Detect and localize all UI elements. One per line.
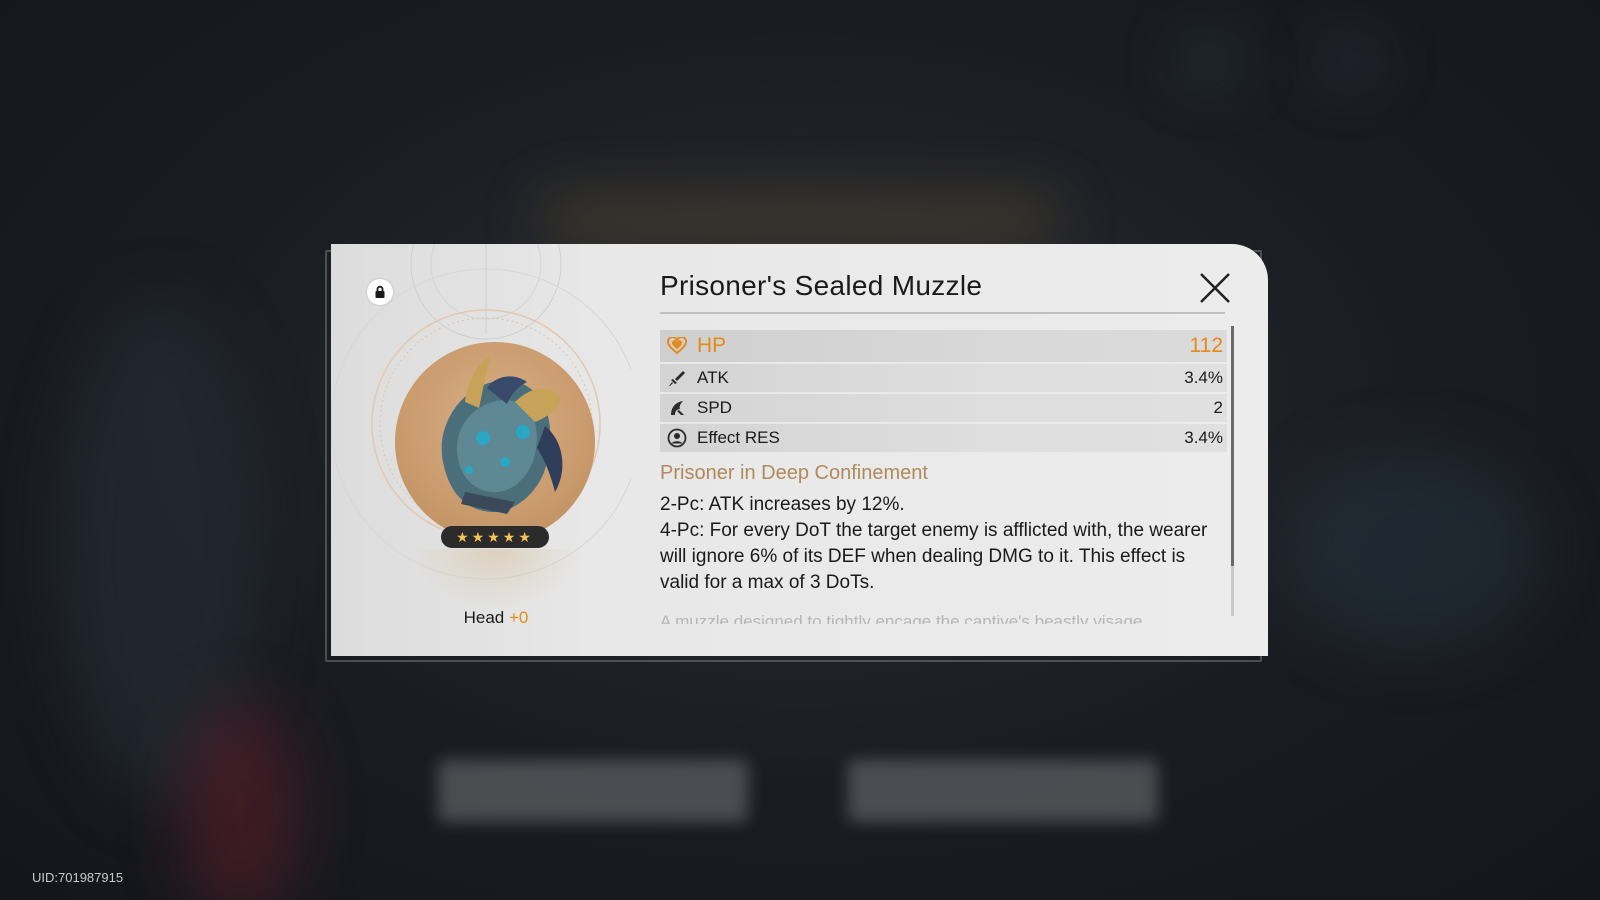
sub-stat-name: ATK [697, 368, 729, 387]
background-glow [1320, 40, 1380, 80]
relic-slot-level: Head +0 [331, 608, 661, 628]
sub-stat-value: 2 [1213, 398, 1223, 417]
player-uid: UID:701987915 [32, 870, 124, 885]
background-button [438, 760, 748, 822]
main-stat-value: 112 [1189, 334, 1223, 357]
background-glow [1180, 40, 1240, 80]
sub-stat-row: Effect RES 3.4% [660, 424, 1227, 452]
close-button[interactable] [1199, 272, 1231, 304]
sub-stat-value: 3.4% [1184, 428, 1223, 447]
relic-level: +0 [508, 608, 529, 627]
lock-button[interactable] [367, 279, 393, 305]
hp-icon [666, 335, 688, 357]
sub-stat-name: Effect RES [697, 428, 780, 447]
set-bonus-4pc: 4-Pc: For every DoT the target enemy is … [660, 520, 1208, 593]
sub-stat-name: SPD [697, 398, 732, 417]
muzzle-relic-icon [441, 356, 563, 514]
main-stat-name: HP [697, 334, 727, 357]
relic-name: Prisoner's Sealed Muzzle [660, 270, 983, 301]
background-glow [1280, 450, 1540, 650]
sub-stat-row: ATK 3.4% [660, 364, 1227, 392]
atk-icon [666, 367, 688, 389]
relic-image [395, 342, 595, 542]
set-description: 2-Pc: ATK increases by 12%. 4-Pc: For ev… [660, 492, 1220, 596]
relic-pedestal [411, 549, 581, 609]
rarity-stars: ★★★★★ [441, 526, 549, 548]
scrollbar-thumb[interactable] [1231, 326, 1234, 566]
stats-list: HP 112 ATK 3.4% SPD 2 Effect RES 3.4% [660, 330, 1227, 454]
set-name: Prisoner in Deep Confinement [660, 462, 928, 484]
relic-slot: Head [463, 608, 505, 627]
scrollbar[interactable] [1231, 326, 1234, 616]
effect-res-icon [666, 427, 688, 449]
set-bonus-2pc: 2-Pc: ATK increases by 12%. [660, 494, 905, 515]
background-button [848, 760, 1158, 822]
relic-lore: A muzzle designed to tightly encage the … [660, 612, 1143, 624]
lock-icon [375, 285, 385, 298]
relic-detail-modal: ★★★★★ Head +0 Prisoner's Sealed Muzzle H… [331, 244, 1268, 656]
background-glow [180, 700, 300, 900]
title-divider [660, 312, 1225, 314]
background-glow [540, 200, 1060, 240]
close-icon [1200, 273, 1230, 303]
spd-icon [666, 397, 688, 419]
sub-stat-row: SPD 2 [660, 394, 1227, 422]
main-stat-row: HP 112 [660, 330, 1227, 362]
sub-stat-value: 3.4% [1184, 368, 1223, 387]
